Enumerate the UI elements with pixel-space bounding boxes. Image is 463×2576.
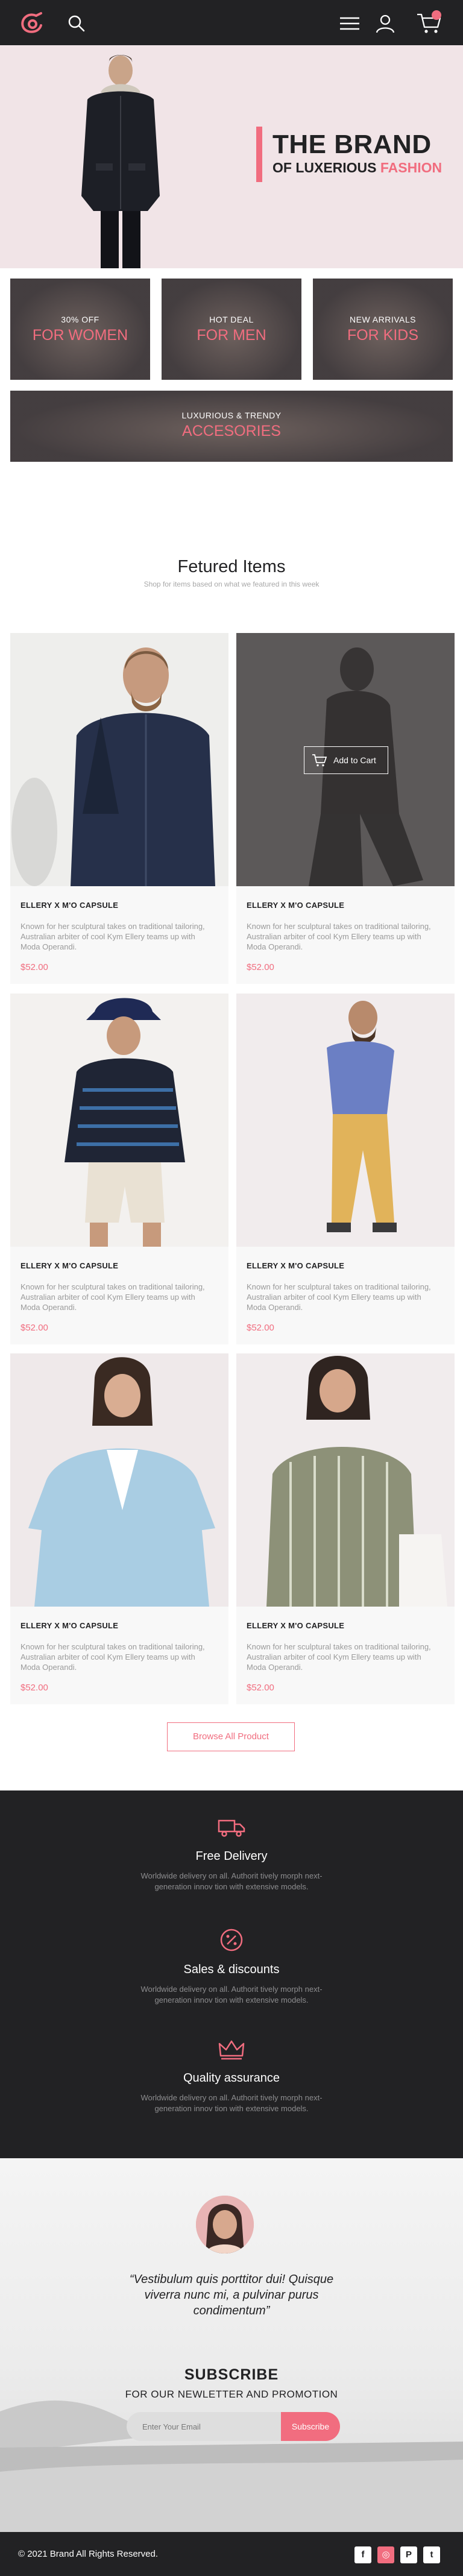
category-accessories[interactable]: LUXURIOUS & TRENDY ACCESORIES [10, 391, 453, 462]
product-name[interactable]: ELLERY X M'O CAPSULE [20, 901, 118, 910]
product-photo-woman-blue-blazer [10, 1353, 228, 1607]
hero-accent-bar [256, 127, 262, 182]
service-title: Quality assurance [183, 2071, 280, 2085]
hero-model-image [81, 55, 160, 268]
category-accessories-label: ACCESORIES [182, 423, 281, 439]
category-men-tagline: HOT DEAL [209, 315, 254, 324]
product-image[interactable] [236, 1353, 455, 1607]
product-price: $52.00 [20, 1323, 48, 1333]
product-name[interactable]: ELLERY X M'O CAPSULE [20, 1261, 118, 1270]
category-kids-tagline: NEW ARRIVALS [350, 315, 416, 324]
services-section: Free Delivery Worldwide delivery on all.… [0, 1790, 463, 2158]
category-kids[interactable]: NEW ARRIVALS FOR KIDS [313, 279, 453, 380]
testimonial-quote: “Vestibulum quis porttitor dui! Quisque … [129, 2273, 334, 2317]
product-card[interactable]: Add to Cart ELLERY X M'O CAPSULE Known f… [236, 633, 455, 984]
category-men-label: FOR MEN [197, 327, 266, 344]
hero-subtitle: OF LUXERIOUS FASHION [272, 160, 442, 176]
product-photo-bearded-man [10, 633, 228, 886]
hero-banner: THE BRAND OF LUXERIOUS FASHION [0, 45, 463, 268]
service-text: Worldwide delivery on all. Authorit tive… [140, 1871, 323, 1891]
testimonial-portrait [196, 2196, 254, 2253]
facebook-icon[interactable]: f [354, 2546, 371, 2563]
product-image[interactable] [236, 994, 455, 1247]
product-name[interactable]: ELLERY X M'O CAPSULE [247, 901, 344, 910]
user-icon[interactable] [375, 13, 395, 34]
product-card[interactable]: ELLERY X M'O CAPSULE Known for her sculp… [10, 1353, 228, 1704]
product-image[interactable] [10, 633, 228, 886]
site-header [0, 0, 463, 45]
product-name[interactable]: ELLERY X M'O CAPSULE [20, 1621, 118, 1630]
email-input[interactable] [127, 2412, 281, 2441]
product-photo-woman-striped-jacket [236, 1353, 455, 1607]
twitter-icon[interactable]: t [423, 2546, 440, 2563]
hero-title: THE BRAND [272, 130, 432, 159]
service-sales-discounts: Sales & discounts Worldwide delivery on … [0, 1928, 463, 2006]
crown-icon [218, 2040, 245, 2060]
product-price: $52.00 [247, 1683, 274, 1693]
cart-badge [432, 10, 441, 20]
product-price: $52.00 [20, 1683, 48, 1693]
featured-subtitle: Shop for items based on what we featured… [143, 580, 320, 588]
product-card[interactable]: ELLERY X M'O CAPSULE Known for her sculp… [236, 994, 455, 1344]
instagram-icon[interactable]: ◎ [377, 2546, 394, 2563]
hero-subtitle-accent: FASHION [380, 160, 443, 175]
truck-icon [218, 1819, 245, 1837]
product-photo-man-bucket-hat [10, 994, 228, 1247]
browse-all-button[interactable]: Browse All Product [167, 1722, 295, 1751]
subscribe-button[interactable]: Subscribe [281, 2412, 340, 2441]
hero-subtitle-prefix: OF LUXERIOUS [272, 160, 380, 175]
product-description: Known for her sculptural takes on tradit… [247, 1642, 431, 1672]
category-men[interactable]: HOT DEAL FOR MEN [162, 279, 301, 380]
brand-logo-icon[interactable] [18, 11, 45, 35]
search-icon[interactable] [68, 14, 86, 33]
service-text: Worldwide delivery on all. Authorit tive… [140, 2093, 323, 2113]
product-description: Known for her sculptural takes on tradit… [20, 922, 205, 951]
product-price: $52.00 [20, 962, 48, 972]
menu-icon[interactable] [339, 14, 361, 33]
product-name[interactable]: ELLERY X M'O CAPSULE [247, 1261, 344, 1270]
product-image[interactable] [10, 1353, 228, 1607]
category-women-tagline: 30% OFF [61, 315, 99, 324]
copyright-text: © 2021 Brand All Rights Reserved. [18, 2549, 159, 2559]
product-name[interactable]: ELLERY X M'O CAPSULE [247, 1621, 344, 1630]
product-price: $52.00 [247, 1323, 274, 1333]
product-image[interactable] [10, 994, 228, 1247]
category-women-label: FOR WOMEN [32, 327, 128, 344]
category-accessories-tagline: LUXURIOUS & TRENDY [181, 411, 282, 420]
category-kids-label: FOR KIDS [347, 327, 419, 344]
service-quality-assurance: Quality assurance Worldwide delivery on … [0, 2039, 463, 2114]
product-description: Known for her sculptural takes on tradit… [20, 1642, 205, 1672]
cart-icon [312, 754, 327, 767]
product-price: $52.00 [247, 962, 274, 972]
add-to-cart-button[interactable]: Add to Cart [304, 746, 388, 774]
product-description: Known for her sculptural takes on tradit… [247, 1282, 431, 1312]
avatar [196, 2196, 254, 2253]
service-title: Sales & discounts [183, 1963, 280, 1976]
service-free-delivery: Free Delivery Worldwide delivery on all.… [0, 1817, 463, 1892]
product-card[interactable]: ELLERY X M'O CAPSULE Known for her sculp… [10, 633, 228, 984]
subscribe-subtitle: FOR OUR NEWLETTER AND PROMOTION [125, 2389, 338, 2400]
product-description: Known for her sculptural takes on tradit… [247, 922, 431, 951]
service-text: Worldwide delivery on all. Authorit tive… [140, 1985, 323, 2004]
featured-title: Fetured Items [177, 557, 286, 576]
subscribe-title: SUBSCRIBE [184, 2366, 279, 2383]
product-card[interactable]: ELLERY X M'O CAPSULE Known for her sculp… [236, 1353, 455, 1704]
pinterest-icon[interactable]: P [400, 2546, 417, 2563]
site-footer: © 2021 Brand All Rights Reserved. f ◎ P … [0, 2532, 463, 2576]
category-women[interactable]: 30% OFF FOR WOMEN [10, 279, 150, 380]
product-card[interactable]: ELLERY X M'O CAPSULE Known for her sculp… [10, 994, 228, 1344]
percent-icon [220, 1929, 243, 1951]
product-photo-man-yellow-pants [236, 994, 455, 1247]
add-to-cart-label: Add to Cart [333, 755, 376, 765]
product-description: Known for her sculptural takes on tradit… [20, 1282, 205, 1312]
service-title: Free Delivery [195, 1850, 268, 1863]
testimonial-subscribe-section: “Vestibulum quis porttitor dui! Quisque … [0, 2158, 463, 2532]
